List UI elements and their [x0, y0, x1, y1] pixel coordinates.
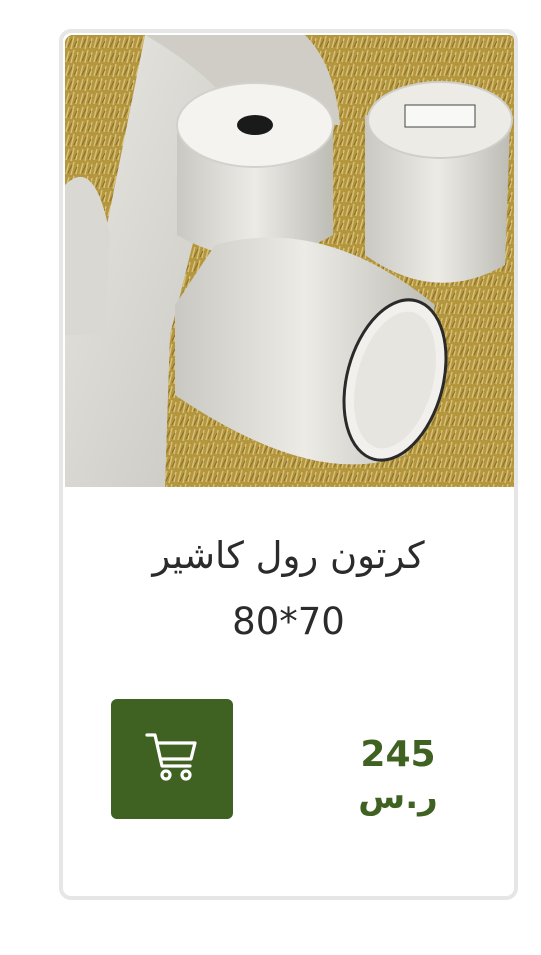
product-image[interactable] [65, 35, 514, 487]
product-title[interactable]: كرتون رول كاشير 80*70 [63, 523, 514, 655]
shopping-cart-icon [143, 728, 201, 790]
product-card[interactable]: كرتون رول كاشير 80*70 245 ر.س [59, 29, 518, 900]
add-to-cart-button[interactable] [111, 699, 233, 819]
product-title-line1: كرتون رول كاشير [152, 534, 425, 577]
product-price: 245 ر.س [333, 733, 463, 817]
price-currency: ر.س [358, 777, 438, 817]
product-title-line2: 80*70 [232, 600, 345, 643]
price-value: 245 [360, 734, 436, 775]
